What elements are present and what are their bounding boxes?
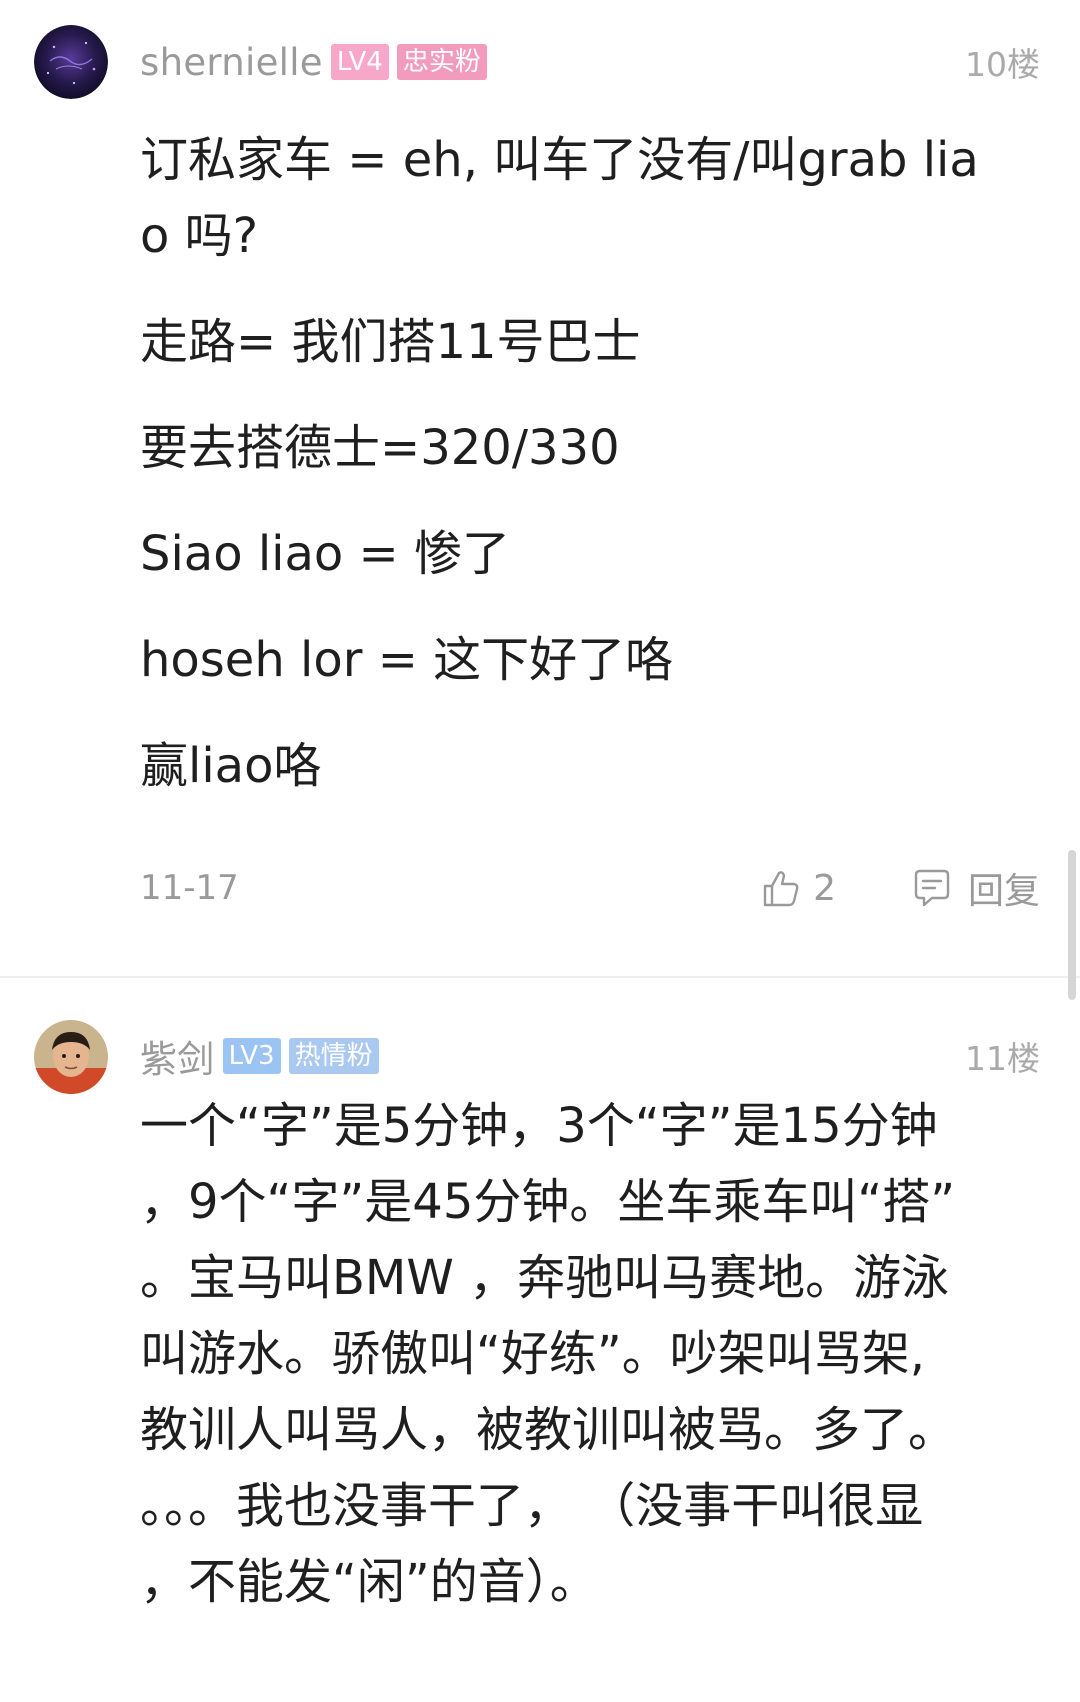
child-photo-avatar-icon[interactable] [34, 1020, 108, 1094]
comment-header: shernielle LV4 忠实粉 10楼 [140, 37, 1040, 87]
reply-label: 回复 [967, 871, 1040, 912]
username[interactable]: shernielle [140, 41, 323, 84]
comment-line: o 吗? [140, 208, 259, 264]
comment-header: 紫剑 LV3 热情粉 11楼 [140, 1031, 1040, 1081]
fan-badge: 忠实粉 [396, 44, 487, 80]
reply-button[interactable]: 回复 [910, 862, 1040, 914]
thumbs-up-icon [763, 871, 799, 907]
comment-line: 。宝马叫BMW ，奔驰叫马赛地。游泳 [140, 1250, 950, 1306]
level-badge: LV3 [222, 1038, 281, 1074]
like-button[interactable]: 2 [759, 866, 836, 910]
comment-line: Siao liao = 惨了 [140, 526, 511, 582]
comment-floor-10: shernielle LV4 忠实粉 10楼 订私家车 = eh, 叫车了没有/… [0, 0, 1080, 976]
fan-badge: 热情粉 [288, 1038, 379, 1074]
comment-line: 订私家车 = eh, 叫车了没有/叫grab lia [140, 132, 979, 188]
comment-line: 。。。我也没事干了， （没事干叫很显 [140, 1478, 924, 1534]
comment-line: 赢liao咯 [140, 738, 322, 794]
comment-line: hoseh lor = 这下好了咯 [140, 632, 674, 688]
comment-body: 订私家车 = eh, 叫车了没有/叫grab lia o 吗? 走路= 我们搭1… [140, 122, 1020, 804]
comment-line: ，不能发“闲”的音）。 [140, 1554, 598, 1610]
scrollbar[interactable] [1068, 850, 1076, 1000]
comment-body: 一个“字”是5分钟，3个“字”是15分钟 ，9个“字”是45分钟。坐车乘车叫“搭… [140, 1088, 1020, 1620]
comment-line: ，9个“字”是45分钟。坐车乘车叫“搭” [140, 1174, 956, 1230]
floor-number: 11楼 [965, 1039, 1040, 1078]
comment-line: 一个“字”是5分钟，3个“字”是15分钟 [140, 1098, 938, 1154]
comment-line: 叫游水。骄傲叫“好练”。吵架叫骂架, [140, 1326, 925, 1382]
comment-line: 教训人叫骂人，被教训叫被骂。多了。 [140, 1402, 957, 1458]
username[interactable]: 紫剑 [140, 1029, 215, 1083]
comment-floor-11: 紫剑 LV3 热情粉 11楼 一个“字”是5分钟，3个“字”是15分钟 ，9个“… [0, 978, 1080, 1702]
galaxy-avatar-icon[interactable] [34, 25, 108, 99]
comment-line: 走路= 我们搭11号巴士 [140, 314, 641, 370]
comment-line: 要去搭德士=320/330 [140, 420, 620, 476]
floor-number: 10楼 [965, 45, 1040, 84]
comment-date: 11-17 [140, 868, 239, 908]
like-count: 2 [813, 867, 836, 909]
comment-footer: 11-17 2 回复 [140, 860, 1040, 916]
level-badge: LV4 [330, 44, 389, 80]
comment-bubble-icon [914, 869, 950, 907]
